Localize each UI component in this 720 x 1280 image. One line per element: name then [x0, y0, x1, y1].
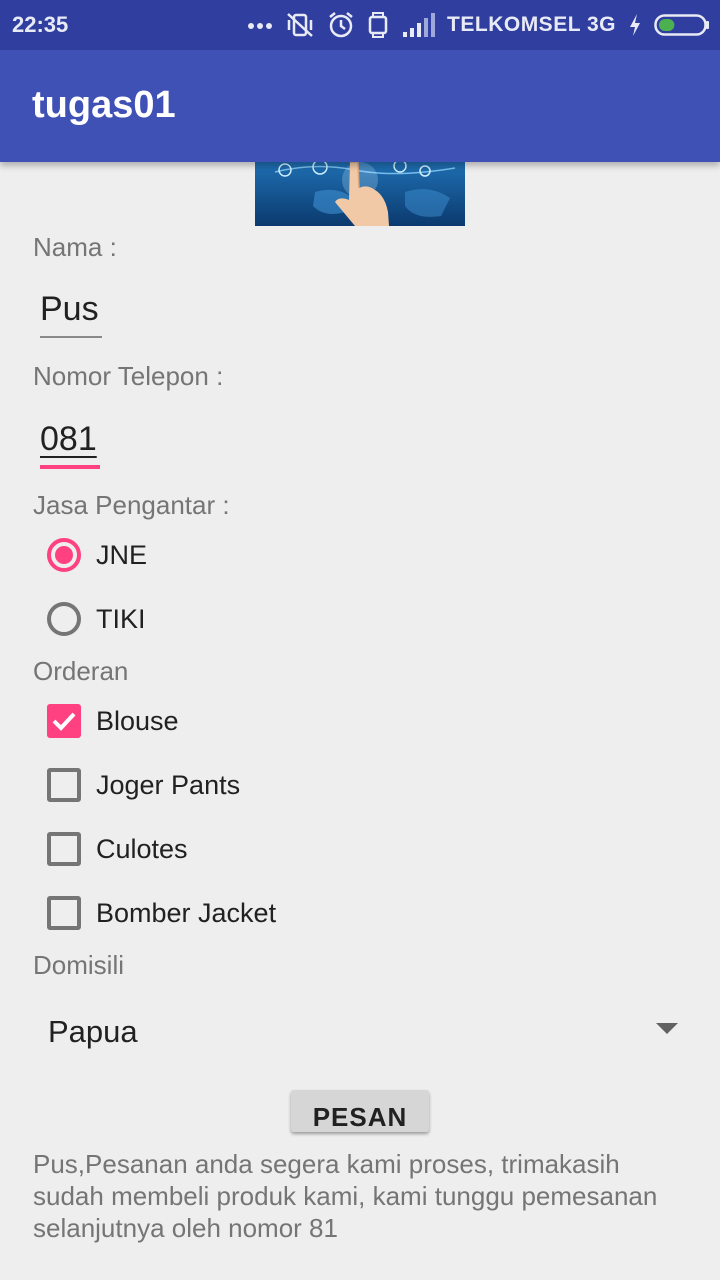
name-field-underline [40, 336, 102, 338]
app-bar: tugas01 [0, 50, 720, 162]
battery-icon [654, 13, 710, 37]
name-label: Nama : [33, 232, 117, 262]
checkbox-label: Bomber Jacket [96, 897, 277, 928]
radio-tiki[interactable]: TIKI [40, 594, 146, 644]
checkbox-unchecked-icon[interactable] [47, 896, 81, 930]
alarm-icon [327, 11, 355, 39]
radio-unselected-icon[interactable] [47, 602, 81, 636]
result-message: Pus,Pesanan anda segera kami proses, tri… [33, 1149, 658, 1243]
charging-icon [628, 13, 642, 37]
name-field[interactable]: Pus [40, 290, 99, 329]
radio-label: TIKI [96, 603, 146, 634]
status-time: 22:35 [12, 12, 69, 37]
checkbox-blouse[interactable]: Blouse [40, 696, 179, 746]
checkbox-culotes[interactable]: Culotes [40, 824, 188, 874]
phone-field[interactable]: 081 [40, 420, 97, 459]
more-dots-icon [247, 20, 273, 30]
order-label: Orderan [33, 656, 129, 686]
checkbox-label: Blouse [96, 705, 179, 736]
domicile-selected-value: Papua [48, 1014, 138, 1049]
radio-label: JNE [96, 539, 148, 570]
checkbox-label: Joger Pants [96, 769, 241, 800]
app-title: tugas01 [32, 84, 176, 126]
checkbox-unchecked-icon[interactable] [47, 768, 81, 802]
status-icons: TELKOMSEL 3G [247, 10, 710, 40]
checkbox-checked-icon[interactable] [47, 704, 81, 738]
carrier-name: TELKOMSEL 3G [447, 13, 616, 36]
vibrate-off-icon [285, 11, 315, 39]
dropdown-arrow-icon [656, 1023, 678, 1034]
radio-selected-icon[interactable] [47, 538, 81, 572]
pesan-button-label: PESAN [312, 1102, 408, 1132]
domicile-dropdown[interactable]: Papua [32, 1000, 692, 1064]
checkbox-label: Culotes [96, 833, 188, 864]
radio-jne[interactable]: JNE [40, 530, 147, 580]
watch-icon [367, 11, 389, 39]
courier-label: Jasa Pengantar : [33, 490, 230, 520]
checkbox-bomber-jacket[interactable]: Bomber Jacket [40, 888, 276, 938]
pesan-button[interactable]: PESAN [291, 1090, 429, 1132]
domicile-label: Domisili [33, 950, 124, 980]
phone-label: Nomor Telepon : [33, 361, 224, 391]
checkbox-unchecked-icon[interactable] [47, 832, 81, 866]
phone-field-underline [40, 465, 100, 469]
checkbox-joger-pants[interactable]: Joger Pants [40, 760, 240, 810]
status-bar: 22:35 TELKOMSEL 3G [0, 0, 720, 50]
touch-network-image [255, 162, 465, 226]
signal-icon [401, 12, 436, 38]
